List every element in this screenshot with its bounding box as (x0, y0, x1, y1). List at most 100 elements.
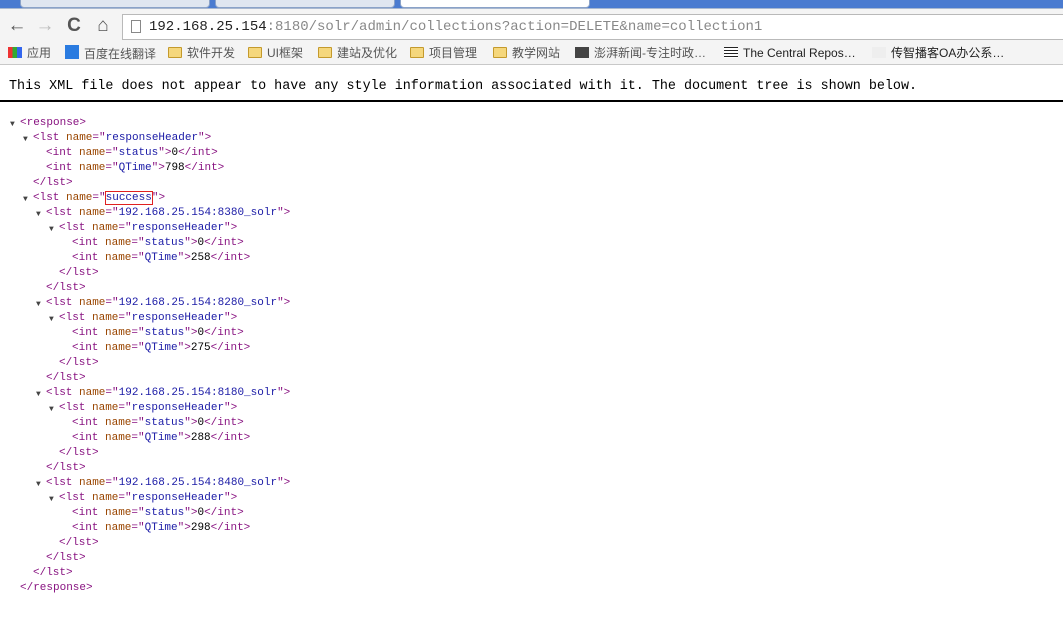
collapse-toggle-icon[interactable]: ▼ (36, 207, 41, 222)
browser-tab[interactable] (20, 0, 210, 8)
tab-title: solr (216, 0, 227, 2)
tag-close: </int> (210, 432, 251, 444)
bookmark-item[interactable]: 应用 (8, 45, 51, 61)
bookmark-item[interactable]: 软件开发 (168, 45, 235, 61)
collapse-toggle-icon[interactable]: ▼ (36, 387, 41, 402)
xml-element-open: ▼ <lst name="responseHeader"> (10, 131, 290, 146)
collapse-toggle-icon[interactable]: ▼ (10, 117, 15, 132)
tag-close: </int> (210, 522, 251, 534)
tag-punct: " (277, 297, 284, 309)
collapse-toggle-icon[interactable]: ▼ (23, 192, 28, 207)
attr-value: responseHeader (131, 222, 225, 234)
tag-close: </lst> (33, 177, 73, 189)
attr-value: QTime (144, 522, 178, 534)
tag-open: <lst (59, 402, 86, 414)
bookmark-item[interactable]: 澎湃新闻-专注时政… (575, 45, 706, 61)
xml-leaf-element: <int name="QTime">258</int> (10, 251, 290, 266)
tag-open: <int (46, 147, 73, 159)
bookmark-item[interactable]: 百度在线翻译 (65, 45, 156, 61)
tag-punct: " (277, 477, 284, 489)
attr-name: name (98, 342, 132, 354)
collapse-toggle-icon[interactable]: ▼ (36, 477, 41, 492)
tag-punct: > (230, 492, 238, 504)
tag-close: </int> (204, 327, 244, 339)
collapse-toggle-icon[interactable]: ▼ (49, 402, 54, 417)
attr-name: name (85, 312, 119, 324)
tag-punct: =" (105, 162, 119, 174)
bookmark-item[interactable]: 教学网站 (493, 45, 560, 61)
tag-punct: =" (105, 477, 119, 489)
bookmark-item[interactable]: 项目管理 (410, 45, 477, 61)
bookmarks-bar: 应用 百度在线翻译 软件开发 UI框架 建站及优化 项目管理 教学网站 澎湃新闻-专注时政… T… (0, 42, 1063, 65)
back-button[interactable]: ← (6, 15, 28, 37)
tag-open: <response (20, 117, 80, 129)
tag-punct: " (277, 387, 284, 399)
tag-punct: > (79, 117, 87, 129)
xml-leaf-element: <int name="QTime">298</int> (10, 521, 290, 536)
bookmark-item[interactable]: 建站及优化 (318, 45, 397, 61)
collapse-toggle-icon[interactable]: ▼ (23, 132, 28, 147)
tag-close: </lst> (46, 372, 86, 384)
xml-element-open: ▼ <lst name="responseHeader"> (10, 311, 290, 326)
tag-open: <int (72, 507, 99, 519)
attr-value: status (144, 417, 185, 429)
reload-button[interactable]: C (63, 15, 85, 37)
bookmark-label: 软件开发 (187, 46, 236, 60)
attr-name: name (98, 327, 132, 339)
tag-open: <int (72, 522, 99, 534)
address-bar[interactable]: 192.168.25.154:8180/solr/admin/collectio… (122, 14, 1063, 40)
folder-icon (410, 47, 424, 58)
tag-punct: =" (131, 522, 145, 534)
folder-icon (168, 47, 182, 58)
tag-punct: " (224, 492, 231, 504)
home-button[interactable]: ⌂ (92, 15, 114, 37)
xml-leaf-element: <int name="status">0</int> (10, 146, 290, 161)
attr-value: QTime (118, 162, 152, 174)
attr-name: name (98, 507, 132, 519)
browser-tab-active[interactable] (400, 0, 590, 8)
attr-name: name (72, 162, 106, 174)
attr-name: name (72, 297, 106, 309)
thepaper-icon (575, 47, 589, 58)
attr-value: 192.168.25.154:8180_solr (118, 387, 278, 399)
attr-value: QTime (144, 342, 178, 354)
tag-open: <lst (46, 297, 73, 309)
collapse-toggle-icon[interactable]: ▼ (36, 297, 41, 312)
xml-leaf-element: <int name="QTime">798</int> (10, 161, 290, 176)
collapse-toggle-icon[interactable]: ▼ (49, 222, 54, 237)
tag-close: </lst> (46, 552, 86, 564)
tag-punct: " (158, 147, 165, 159)
bookmark-item[interactable]: UI框架 (248, 45, 303, 61)
tag-open: <lst (46, 207, 73, 219)
collapse-toggle-icon[interactable]: ▼ (49, 312, 54, 327)
xml-element-close: </lst> (10, 551, 290, 566)
tag-punct: =" (105, 207, 119, 219)
tag-punct: =" (118, 402, 132, 414)
bookmark-item[interactable]: The Central Repos… (724, 45, 856, 61)
page-icon (131, 20, 141, 33)
tag-punct: =" (118, 312, 132, 324)
element-value: 798 (164, 162, 185, 174)
translate-icon (65, 45, 79, 59)
tag-punct: " (184, 507, 191, 519)
tag-punct: " (184, 237, 191, 249)
tag-punct: =" (131, 432, 145, 444)
bookmark-item[interactable]: 传智播客OA办公系… (872, 45, 1004, 61)
tag-punct: =" (131, 507, 145, 519)
attr-name: name (85, 492, 119, 504)
bookmark-label: 澎湃新闻-专注时政… (594, 46, 706, 60)
folder-icon (248, 47, 262, 58)
element-value: 258 (190, 252, 211, 264)
tag-punct: =" (105, 147, 119, 159)
collapse-toggle-icon[interactable]: ▼ (49, 492, 54, 507)
xml-leaf-element: <int name="status">0</int> (10, 416, 290, 431)
forward-button[interactable]: → (34, 15, 56, 37)
tag-punct: =" (131, 342, 145, 354)
tag-close: </int> (210, 342, 251, 354)
bookmark-label: 传智播客OA办公系… (891, 46, 1005, 60)
browser-tab[interactable]: solr (215, 0, 395, 8)
attr-name: name (59, 132, 93, 144)
attr-value: status (144, 237, 185, 249)
tag-punct: > (283, 207, 291, 219)
tag-open: <lst (33, 132, 60, 144)
